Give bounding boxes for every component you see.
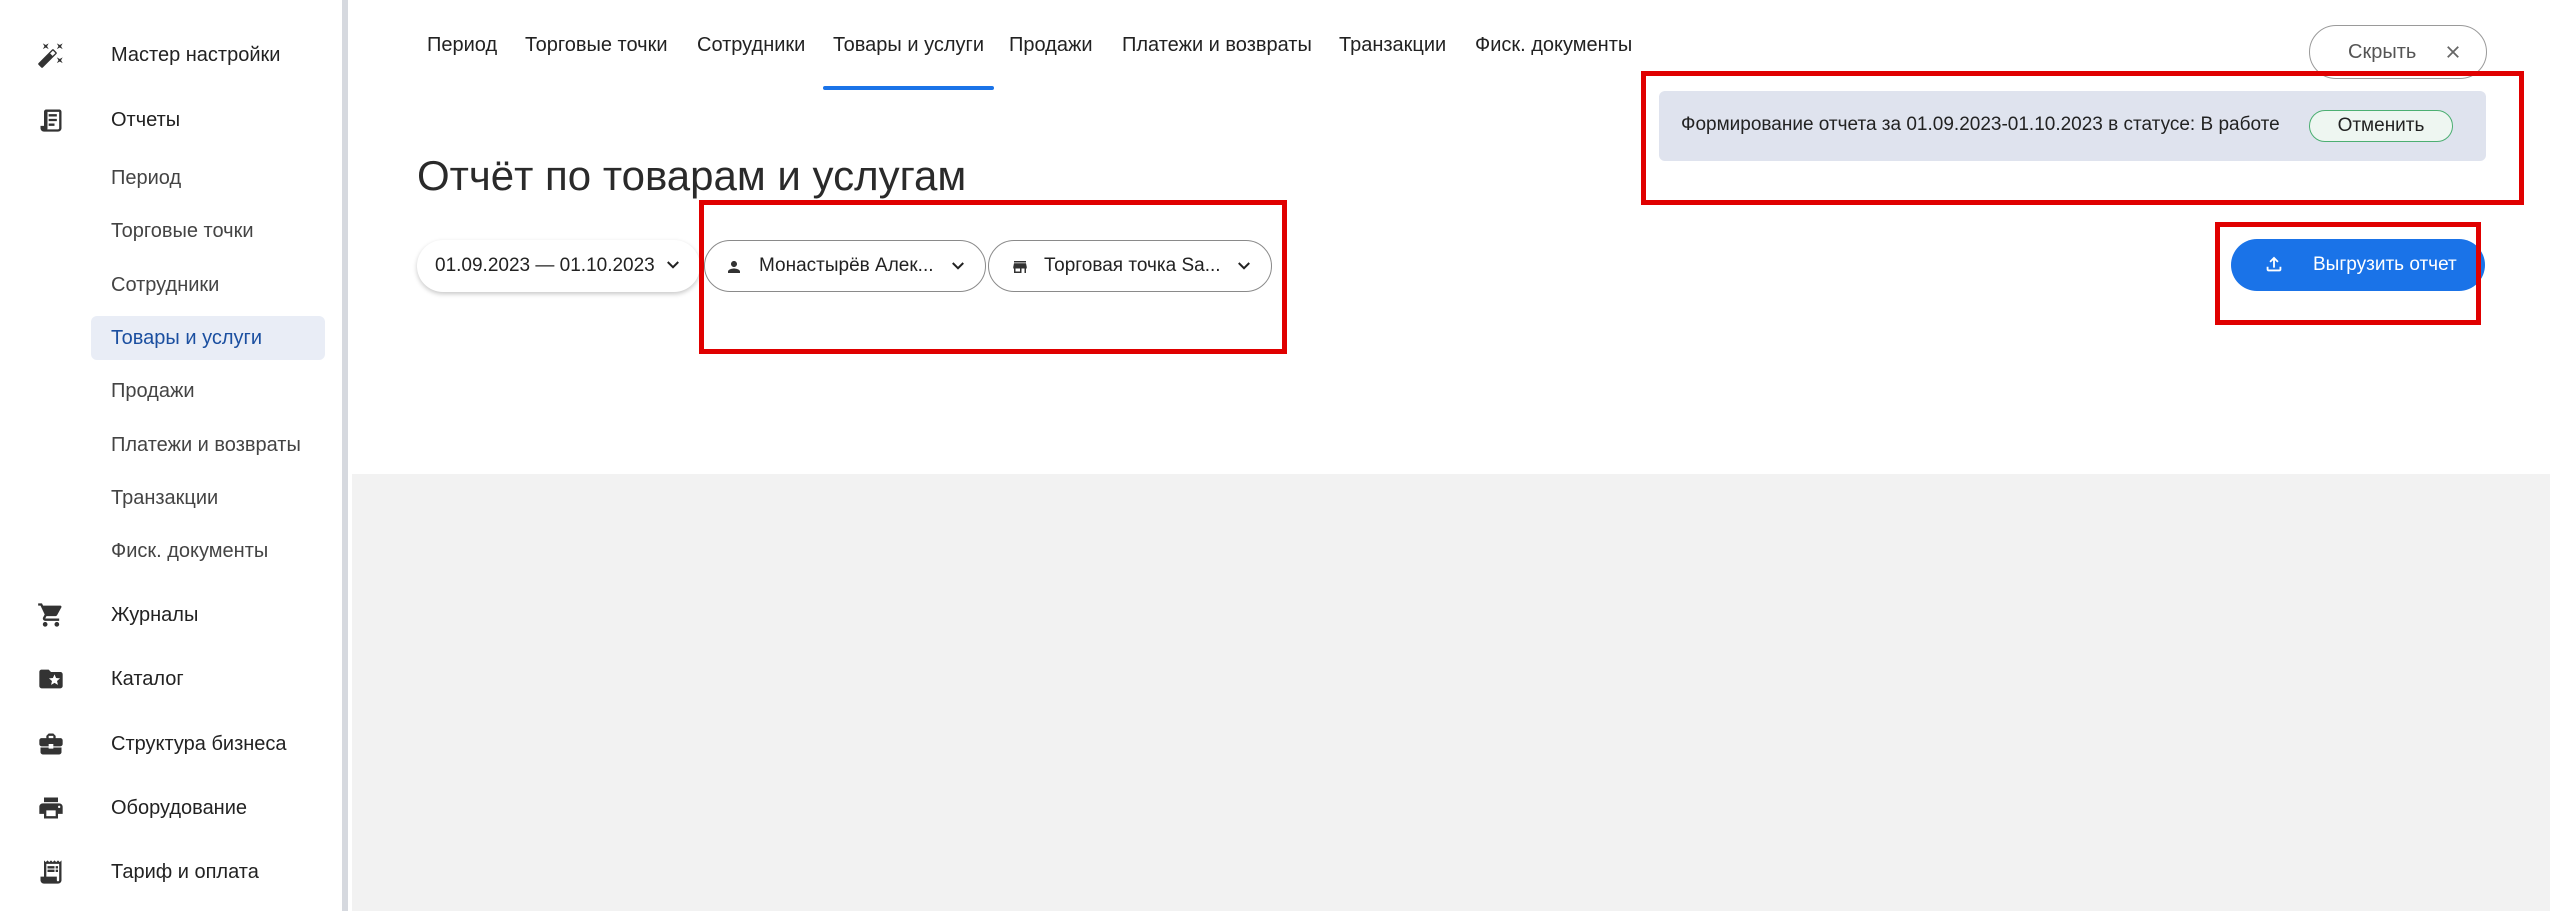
sidebar-subitem-label: Период bbox=[111, 166, 182, 189]
store-icon bbox=[1013, 261, 1027, 273]
sidebar-subitem-sales[interactable]: Продажи bbox=[91, 369, 325, 413]
cancel-report-button[interactable]: Отменить bbox=[2309, 110, 2453, 142]
cart-icon bbox=[36, 600, 66, 630]
magic-wand-icon bbox=[36, 40, 66, 70]
upload-icon bbox=[2266, 256, 2282, 272]
date-range-value: 01.09.2023 — 01.10.2023 bbox=[435, 255, 655, 276]
page-title: Отчёт по товарам и услугам bbox=[417, 152, 967, 199]
report-status-text: Формирование отчета за 01.09.2023-01.10.… bbox=[1681, 114, 2280, 135]
tab-goods-services[interactable]: Товары и услуги bbox=[823, 0, 994, 90]
sidebar-subitem-label: Торговые точки bbox=[111, 219, 254, 242]
sidebar-subitem-label: Транзакции bbox=[111, 486, 219, 509]
chevron-down-icon bbox=[667, 261, 679, 269]
tab-stores[interactable]: Торговые точки bbox=[525, 0, 668, 90]
sidebar-subitem-label: Платежи и возвраты bbox=[111, 433, 301, 456]
sidebar-subitem-stores[interactable]: Торговые точки bbox=[91, 209, 325, 253]
main-panel: Период Торговые точки Сотрудники Товары … bbox=[352, 0, 2550, 474]
report-content-area bbox=[352, 474, 2550, 911]
store-filter[interactable]: Торговая точка Sa... bbox=[988, 240, 1272, 292]
tab-label: Период bbox=[427, 33, 498, 56]
employee-filter-value: Монастырёв Алек... bbox=[759, 255, 934, 276]
tab-period[interactable]: Период bbox=[427, 0, 497, 90]
sidebar-item-reports[interactable]: Отчеты bbox=[0, 92, 342, 148]
tab-label: Сотрудники bbox=[697, 33, 806, 56]
printer-icon bbox=[36, 793, 66, 823]
sidebar-subitem-label: Фиск. документы bbox=[111, 539, 269, 562]
tab-fiscal-docs[interactable]: Фиск. документы bbox=[1475, 0, 1632, 90]
export-report-label: Выгрузить отчет bbox=[2313, 254, 2457, 275]
hide-button-label: Скрыть bbox=[2348, 40, 2417, 63]
export-report-button[interactable]: Выгрузить отчет bbox=[2231, 239, 2485, 291]
hide-button[interactable]: Скрыть bbox=[2309, 25, 2487, 79]
sidebar-subitem-employees[interactable]: Сотрудники bbox=[91, 263, 325, 307]
report-status-banner: Формирование отчета за 01.09.2023-01.10.… bbox=[1659, 91, 2486, 161]
report-icon bbox=[36, 105, 66, 135]
sidebar-item-label: Отчеты bbox=[111, 108, 181, 131]
tab-sales[interactable]: Продажи bbox=[1009, 0, 1093, 90]
tab-label: Транзакции bbox=[1339, 33, 1447, 56]
sidebar-subitem-payments-refunds[interactable]: Платежи и возвраты bbox=[91, 423, 325, 467]
sidebar-item-equipment[interactable]: Оборудование bbox=[0, 780, 342, 836]
sidebar-item-business-structure[interactable]: Структура бизнеса bbox=[0, 716, 342, 772]
close-icon bbox=[2447, 46, 2459, 58]
folder-star-icon bbox=[36, 664, 66, 694]
receipt-icon bbox=[36, 857, 66, 887]
tab-label: Торговые точки bbox=[525, 33, 668, 56]
sidebar-subitem-label: Товары и услуги bbox=[111, 326, 262, 349]
sidebar-subitem-transactions[interactable]: Транзакции bbox=[91, 476, 325, 520]
chevron-down-icon bbox=[952, 262, 964, 270]
sidebar-item-label: Каталог bbox=[111, 667, 184, 690]
sidebar-item-label: Оборудование bbox=[111, 796, 248, 819]
tab-label: Фиск. документы bbox=[1475, 33, 1633, 56]
sidebar-item-catalog[interactable]: Каталог bbox=[0, 651, 342, 707]
sidebar-item-label: Тариф и оплата bbox=[111, 860, 259, 883]
sidebar-subitem-label: Сотрудники bbox=[111, 273, 220, 296]
sidebar-subitem-period[interactable]: Период bbox=[91, 156, 325, 200]
tab-label: Товары и услуги bbox=[833, 33, 984, 56]
briefcase-icon bbox=[36, 729, 66, 759]
sidebar: Мастер настройки Отчеты Период Торговые … bbox=[0, 0, 342, 911]
sidebar-subitem-fiscal-docs[interactable]: Фиск. документы bbox=[91, 529, 325, 573]
sidebar-item-setup-wizard[interactable]: Мастер настройки bbox=[0, 27, 342, 83]
sidebar-item-label: Мастер настройки bbox=[111, 43, 281, 66]
person-icon bbox=[728, 261, 740, 273]
date-range-picker[interactable]: 01.09.2023 — 01.10.2023 bbox=[417, 240, 700, 292]
tab-payments-refunds[interactable]: Платежи и возвраты bbox=[1122, 0, 1312, 90]
store-filter-value: Торговая точка Sa... bbox=[1044, 255, 1221, 276]
sidebar-divider[interactable] bbox=[342, 0, 348, 911]
sidebar-item-label: Структура бизнеса bbox=[111, 732, 287, 755]
sidebar-subitem-label: Продажи bbox=[111, 379, 195, 402]
tab-transactions[interactable]: Транзакции bbox=[1339, 0, 1446, 90]
sidebar-item-tariff-payment[interactable]: Тариф и оплата bbox=[0, 844, 342, 900]
tab-employees[interactable]: Сотрудники bbox=[697, 0, 805, 90]
employee-filter[interactable]: Монастырёв Алек... bbox=[704, 240, 986, 292]
tab-label: Платежи и возвраты bbox=[1122, 33, 1312, 56]
sidebar-item-journals[interactable]: Журналы bbox=[0, 587, 342, 643]
chevron-down-icon bbox=[1238, 262, 1250, 270]
sidebar-item-label: Журналы bbox=[111, 603, 199, 626]
sidebar-subitem-goods-services[interactable]: Товары и услуги bbox=[91, 316, 325, 360]
tab-label: Продажи bbox=[1009, 33, 1093, 56]
